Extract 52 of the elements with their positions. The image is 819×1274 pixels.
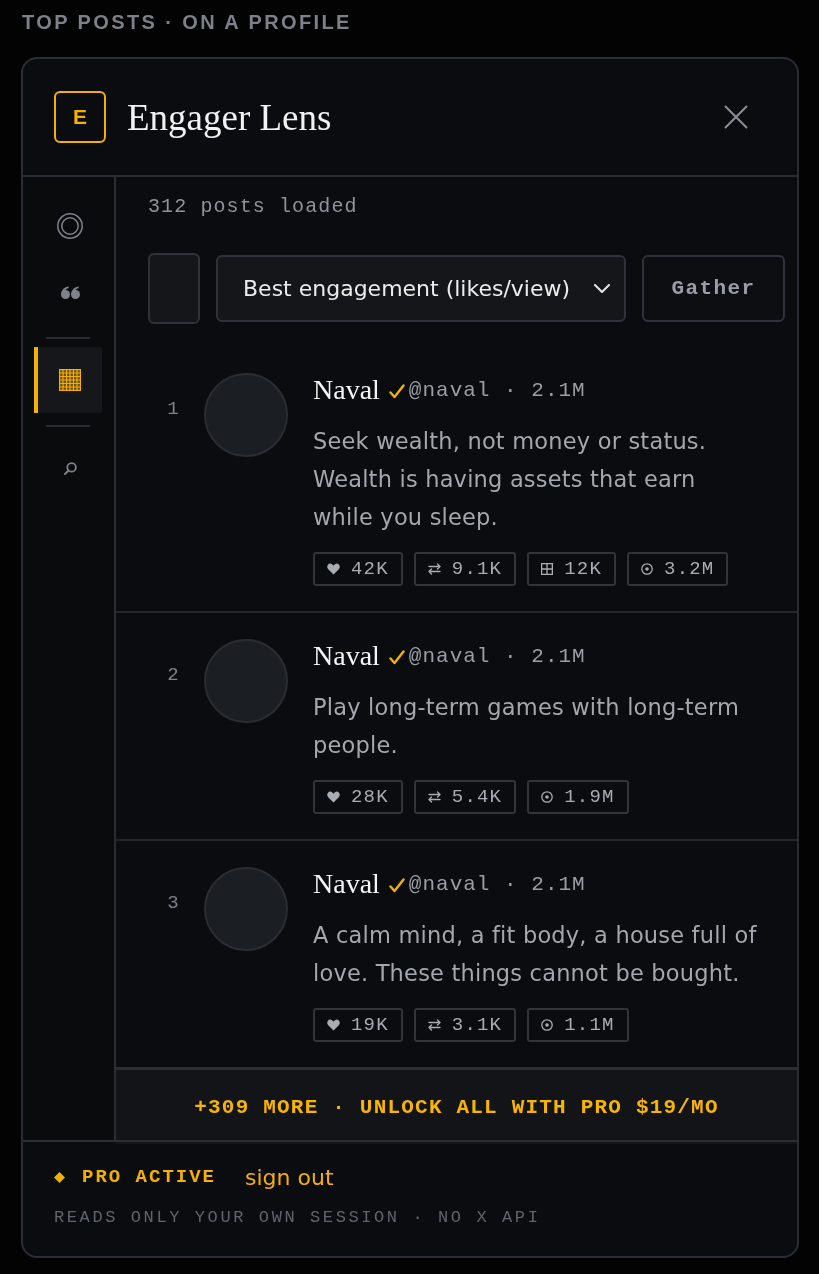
stat-value: 3.2M [664, 558, 715, 580]
grid-icon [59, 369, 81, 391]
stat-value: 12K [564, 558, 603, 580]
close-button[interactable] [724, 105, 748, 129]
input-field[interactable] [148, 253, 200, 324]
stat-value: 1.1M [564, 1014, 615, 1036]
privacy-note: READS ONLY YOUR OWN SESSION · NO X API [54, 1208, 542, 1227]
rank-number: 1 [166, 397, 180, 421]
app-title: Engager Lens [127, 95, 333, 139]
stat-value: 9.1K [451, 558, 503, 580]
circled-dot-icon [641, 563, 654, 575]
author-handle: @naval · 2.1M [408, 644, 586, 668]
circled-dot-icon [541, 791, 554, 803]
chevron-down-icon [594, 284, 610, 293]
stat-value: 28K [351, 786, 389, 808]
post-text: Play long-term games with long-term people. [313, 693, 741, 760]
post-text: Seek wealth, not money or status. Wealth is having assets that earn while you sleep. [313, 427, 708, 532]
stat-value: 3.1K [451, 1014, 503, 1036]
author-name: Naval [313, 868, 380, 900]
heart-icon [327, 1019, 340, 1031]
diamond-icon [54, 1171, 65, 1183]
unlock-pro-button[interactable]: +309 MORE · UNLOCK ALL WITH PRO $19/MO [116, 1070, 797, 1144]
circled-dot-icon [541, 1019, 554, 1031]
squared-plus-icon [541, 563, 554, 575]
stat-value: 1.9M [564, 786, 615, 808]
rings-icon [57, 213, 83, 239]
author-name: Naval [313, 374, 380, 406]
close-icon [724, 105, 748, 129]
author-handle: @naval · 2.1M [408, 872, 586, 896]
sort-dropdown[interactable]: Best engagement (likes/view) [216, 255, 626, 322]
rank-number: 3 [166, 891, 180, 915]
rank-number: 2 [166, 663, 180, 687]
stat-value: 42K [351, 558, 389, 580]
heart-icon [327, 563, 340, 575]
gather-button[interactable]: Gather [642, 255, 785, 322]
arrows-icon [427, 563, 441, 575]
section-caption: TOP POSTS · ON A PROFILE [22, 10, 353, 34]
stat-value: 5.4K [451, 786, 503, 808]
search-icon [63, 461, 77, 475]
sidebar-tab[interactable] [34, 347, 102, 413]
sign-out-link[interactable]: sign out [245, 1164, 334, 1190]
heart-icon [327, 791, 340, 803]
pro-status: PRO ACTIVE [82, 1166, 217, 1188]
stat-value: 19K [351, 1014, 389, 1036]
author-handle: @naval · 2.1M [408, 378, 586, 402]
arrows-icon [427, 791, 441, 803]
logo: E [54, 91, 106, 143]
author-name: Naval [313, 640, 380, 672]
quote-icon [60, 285, 80, 299]
post-text: A calm mind, a fit body, a house full of love. These things cannot be bought. [313, 921, 758, 988]
posts-loaded-count: 312 posts loaded [147, 194, 359, 219]
arrows-icon [427, 1019, 441, 1031]
